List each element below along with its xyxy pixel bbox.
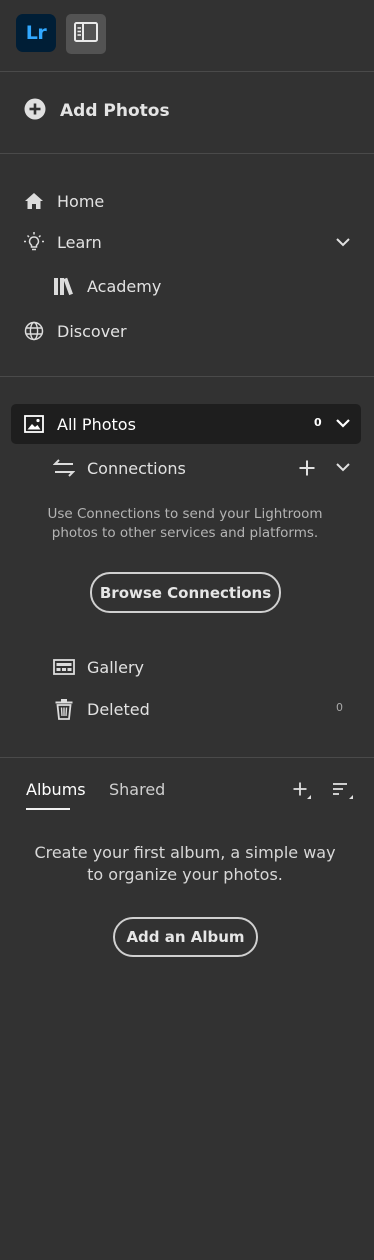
panel-toggle-button[interactable] xyxy=(66,14,106,54)
nav-discover-label: Discover xyxy=(57,321,127,341)
nav-item-deleted[interactable]: Deleted 0 xyxy=(0,693,374,725)
browse-connections-button[interactable]: Browse Connections xyxy=(90,572,281,613)
sort-icon[interactable] xyxy=(332,780,354,800)
albums-empty-text: Create your first album, a simple way to… xyxy=(34,843,336,884)
add-connection-icon[interactable] xyxy=(298,459,316,477)
connections-help-text: Use Connections to send your Lightroom p… xyxy=(47,506,323,541)
divider xyxy=(0,757,374,758)
connections-label: Connections xyxy=(87,458,186,478)
add-album-icon[interactable] xyxy=(292,780,312,800)
globe-icon xyxy=(23,320,45,342)
trash-icon xyxy=(53,698,75,720)
nav-learn-label: Learn xyxy=(57,232,102,252)
gallery-label: Gallery xyxy=(87,657,144,677)
tab-albums[interactable]: Albums xyxy=(26,780,86,799)
chevron-down-icon[interactable] xyxy=(335,234,351,250)
lightbulb-icon xyxy=(23,231,45,253)
lightroom-logo: Lr xyxy=(16,14,56,52)
nav-item-connections[interactable]: Connections xyxy=(0,452,374,484)
divider xyxy=(0,376,374,377)
home-icon xyxy=(23,190,45,212)
swap-arrows-icon xyxy=(53,457,75,479)
nav-academy-label: Academy xyxy=(87,276,162,296)
nav-item-gallery[interactable]: Gallery xyxy=(0,651,374,683)
deleted-count: 0 xyxy=(336,701,343,714)
sidebar-panel-icon xyxy=(74,22,98,46)
deleted-label: Deleted xyxy=(87,699,150,719)
active-tab-indicator xyxy=(26,808,70,810)
divider xyxy=(0,153,374,154)
add-photos-button[interactable]: Add Photos xyxy=(24,96,170,126)
all-photos-label: All Photos xyxy=(57,414,136,434)
nav-item-learn[interactable]: Learn xyxy=(0,226,374,258)
library-books-icon xyxy=(53,275,75,297)
all-photos-count: 0 xyxy=(314,416,322,429)
nav-item-discover[interactable]: Discover xyxy=(0,315,374,347)
photo-icon xyxy=(23,413,45,435)
chevron-down-icon[interactable] xyxy=(335,415,351,431)
gallery-icon xyxy=(53,656,75,678)
nav-item-home[interactable]: Home xyxy=(0,185,374,217)
tab-shared[interactable]: Shared xyxy=(109,780,165,799)
divider xyxy=(0,71,374,72)
add-album-button[interactable]: Add an Album xyxy=(113,917,258,957)
chevron-down-icon[interactable] xyxy=(335,459,351,475)
nav-home-label: Home xyxy=(57,191,105,211)
top-bar: Lr xyxy=(0,0,374,70)
nav-item-all-photos[interactable]: All Photos 0 xyxy=(0,408,374,440)
nav-item-academy[interactable]: Academy xyxy=(0,270,374,302)
lightroom-sidebar-panel: Lr Add Photos Home Learn Academy Discove… xyxy=(0,0,374,1260)
add-photos-label: Add Photos xyxy=(60,101,170,121)
plus-circle-icon xyxy=(24,98,46,124)
